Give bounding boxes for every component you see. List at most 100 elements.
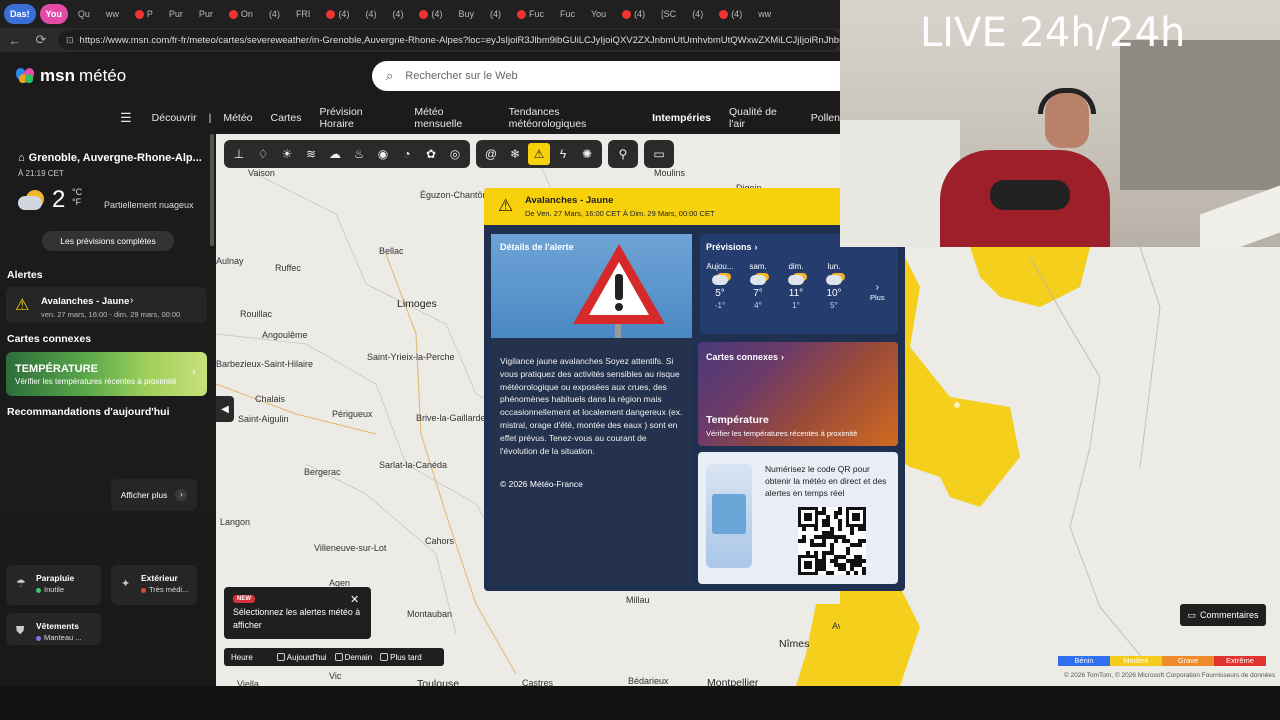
browser-tab[interactable]: (4) [713,4,748,24]
new-feature-tip: NEW ✕ Sélectionnez les alertes météo à a… [224,587,371,639]
related-temperature-card[interactable]: Cartes connexes › Température Vérifier l… [698,342,898,446]
browser-tab[interactable]: Pur [163,4,189,24]
nav-item[interactable]: Prévision Horaire [319,106,396,130]
checkbox[interactable] [276,653,285,662]
unit-fahrenheit[interactable]: °F [72,197,82,207]
left-panel-scrollbar[interactable] [210,134,214,246]
partly-cloudy-icon [712,275,728,285]
humidity-icon[interactable]: ♨ [348,143,370,165]
snowflake-icon[interactable]: ❄ [504,143,526,165]
back-icon[interactable]: ← [6,33,24,48]
forecast-day[interactable]: dim. 11° 1° [780,262,812,310]
nav-item[interactable]: Qualité de l'air [729,106,793,130]
url-field[interactable]: ⊡ https://www.msn.com/fr-fr/meteo/cartes… [58,30,840,50]
filter-option[interactable]: Plus tard [380,653,422,662]
browser-tab[interactable]: P [129,4,159,24]
checkbox[interactable] [334,653,343,662]
gauge-icon[interactable]: ◔ [396,143,418,165]
browser-tab[interactable]: Pur [193,4,219,24]
browser-tab[interactable]: (4) [484,4,507,24]
site-info-icon[interactable]: ⊡ [66,35,74,46]
browser-tab[interactable]: (4) [359,4,382,24]
close-icon[interactable]: ✕ [350,593,359,606]
alert-popup: ⚠ Avalanches - Jaune De Ven. 27 Mars, 16… [484,188,905,591]
full-forecast-button[interactable]: Les prévisions complètes [42,231,174,251]
browser-tab[interactable]: ww [100,4,125,24]
browser-tab[interactable]: (4) [616,4,651,24]
browser-tab[interactable]: [SC [655,4,682,24]
browser-tab[interactable]: Fuc [554,4,581,24]
recommendation-item[interactable]: ⛊ Vêtements Manteau ... [6,613,101,645]
forecast-more-button[interactable]: › Plus [870,282,885,302]
hamburger-icon[interactable]: ☰ [120,110,132,126]
tab-label: You [45,9,62,19]
search-box[interactable]: ⌕ Rechercher sur le Web [372,61,840,91]
forecast-day[interactable]: Aujou... 5° -1° [704,262,736,310]
drop-icon[interactable]: ♢ [252,143,274,165]
filter-option[interactable]: Demain [334,653,372,662]
collapse-panel-button[interactable]: ◀ [216,396,234,422]
tab-label: On [240,9,253,19]
eye-icon[interactable]: ◉ [372,143,394,165]
browser-tab[interactable]: (4) [263,4,286,24]
unit-celsius[interactable]: °C [72,187,82,197]
thermometer-icon[interactable]: ⊥ [228,143,250,165]
tab-label: Buy [458,9,474,19]
reload-icon[interactable]: ⟳ [32,32,50,48]
forecast-day[interactable]: lun. 10° 5° [818,262,850,310]
alert-item[interactable]: ⚠ Avalanches - Jaune › ven. 27 mars, 16:… [6,287,207,323]
youtube-icon [719,9,729,19]
show-more-label: Afficher plus [120,490,168,500]
pollen-icon[interactable]: ✿ [420,143,442,165]
browser-tab[interactable]: ww [752,4,777,24]
nav-item[interactable]: Météo mensuelle [414,106,490,130]
show-more-button[interactable]: Afficher plus › [111,479,197,511]
virus-icon[interactable]: ✺ [576,143,598,165]
forecast-more-label: Plus [870,293,885,302]
forecast-card[interactable]: Prévisions › Aujou... 5° -1° sam. 7° 4° dim. 11… [700,234,898,334]
current-condition: Partiellement nuageux [104,200,194,210]
search-icon: ⌕ [386,68,394,83]
cam-light [1200,185,1280,247]
recommendation-item[interactable]: ✦ Extérieur Très médi... [111,565,197,605]
pin-icon[interactable]: ⚲ [612,143,634,165]
browser-tab[interactable]: Das! [4,4,36,24]
comment-icon[interactable]: ▭ [648,143,670,165]
nav-item[interactable]: Météo [223,112,252,124]
radar-icon[interactable]: ◎ [444,143,466,165]
browser-tab[interactable]: Fuc [511,4,550,24]
hurricane-icon[interactable]: @ [480,143,502,165]
browser-tab[interactable]: You [39,4,68,24]
cloud-icon[interactable]: ☁ [324,143,346,165]
recommendation-item[interactable]: ☂ Parapluie Inutile [6,565,101,605]
browser-tab[interactable]: Buy [452,4,480,24]
location-name[interactable]: Grenoble, Auvergne-Rhone-Alp... [29,152,202,164]
nav-item[interactable]: Cartes [271,112,302,124]
youtube-icon [134,9,144,19]
warning-icon[interactable]: ⚠ [528,143,550,165]
sun-icon[interactable]: ☀ [276,143,298,165]
msn-logo[interactable]: msn météo [14,66,126,86]
browser-tab[interactable]: (4) [686,4,709,24]
filter-option[interactable]: Aujourd'hui [276,653,327,662]
nav-item[interactable]: Découvrir [152,112,197,124]
nav-item[interactable]: Tendances météorologiques [509,106,634,130]
browser-tab[interactable]: (4) [386,4,409,24]
browser-tab[interactable]: FRI [290,4,317,24]
nav-item[interactable]: Pollen [811,112,840,124]
map-city-label: Bellac [379,246,404,256]
checkbox[interactable] [380,653,389,662]
lightning-icon[interactable]: ϟ [552,143,574,165]
comments-button[interactable]: ▭ Commentaires [1180,604,1266,626]
browser-tab[interactable]: On [223,4,259,24]
map-city-label: Bédarieux [628,676,669,686]
tab-label: Das! [10,9,30,19]
forecast-day[interactable]: sam. 7° 4° [742,262,774,310]
browser-tab[interactable]: You [585,4,612,24]
browser-tab[interactable]: Qu [72,4,96,24]
temperature-map-card[interactable]: TEMPÉRATURE Vérifier les températures ré… [6,352,207,396]
browser-tab[interactable]: (4) [413,4,448,24]
wind-icon[interactable]: ≋ [300,143,322,165]
nav-item[interactable]: Intempéries [652,112,711,124]
browser-tab[interactable]: (4) [320,4,355,24]
